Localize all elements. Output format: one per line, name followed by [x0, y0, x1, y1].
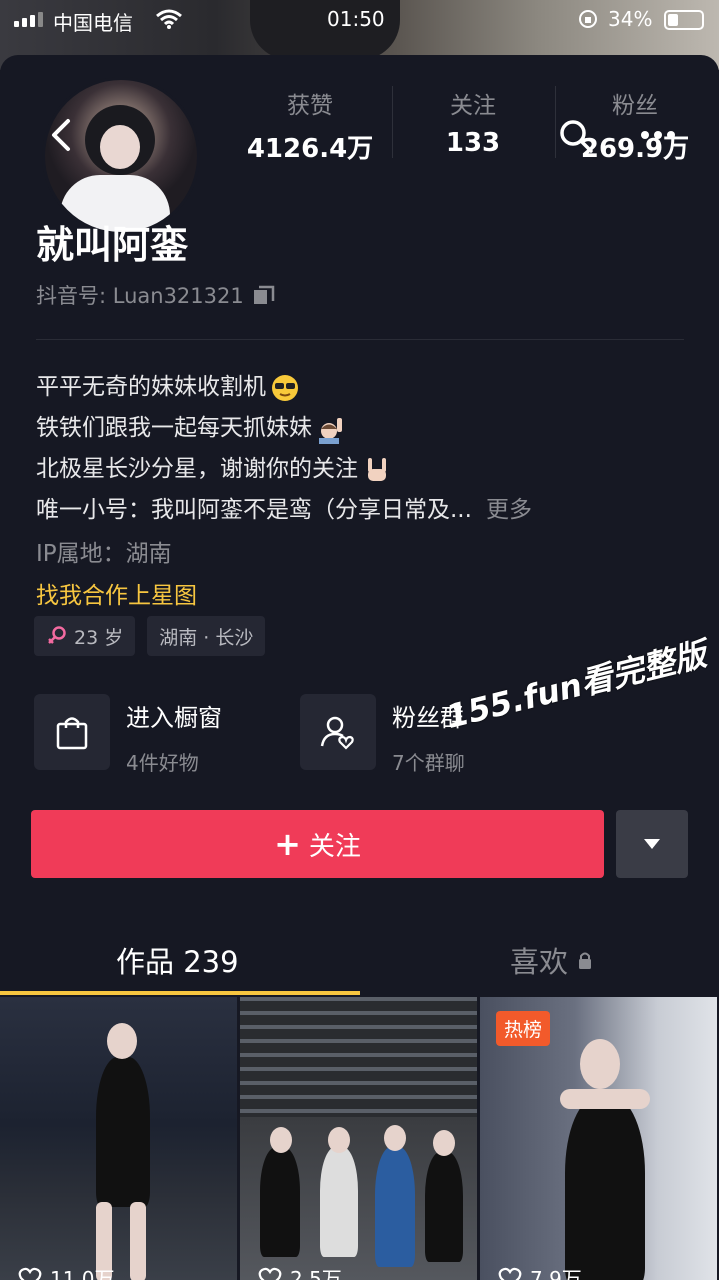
like-count-text: 2.5万: [290, 1267, 342, 1280]
active-tab-indicator: [0, 991, 360, 995]
copy-icon[interactable]: [252, 284, 276, 306]
video-thumbnail[interactable]: 11.0万: [0, 997, 237, 1280]
status-bar: 中国电信 01:50 34%: [0, 0, 719, 40]
douyin-id-row[interactable]: 抖音号: Luan321321: [36, 280, 276, 310]
bio-line: 平平无奇的妹妹收割机: [36, 367, 532, 408]
bio-text: 唯一小号：我叫阿銮不是鸾（分享日常及...: [36, 497, 472, 523]
video-grid: 11.0万 2.5万 热榜 7.9万: [0, 997, 719, 1280]
bio-line: 北极星长沙分星，谢谢你的关注: [36, 449, 532, 490]
battery-icon: [664, 10, 704, 30]
signal-icon: [14, 12, 43, 27]
video-thumbnail[interactable]: 热榜 7.9万: [480, 997, 717, 1280]
fan-group-icon: [300, 694, 376, 770]
rock-hand-emoji-icon: [368, 457, 386, 481]
stat-divider: [555, 86, 556, 158]
rotation-lock-icon: [579, 10, 597, 28]
bio-text: 铁铁们跟我一起每天抓妹妹: [36, 415, 312, 441]
profile-tags: 23 岁 湖南 · 长沙: [34, 616, 266, 656]
divider: [36, 339, 684, 340]
douyin-id: 抖音号: Luan321321: [36, 284, 244, 308]
stat-following[interactable]: 关注 133: [403, 86, 543, 158]
profile-name: 就叫阿銮: [36, 223, 189, 267]
fan-group-entry[interactable]: 粉丝群 7个群聊: [300, 694, 465, 776]
heart-icon: [498, 1267, 522, 1280]
age-tag: 23 岁: [34, 616, 136, 656]
lock-icon: [579, 952, 592, 969]
profile-panel: 获赞 4126.4万 关注 133 粉丝 269.9万 就叫阿銮 抖音号: Lu…: [0, 55, 719, 1280]
stat-label: 粉丝: [612, 93, 658, 119]
stat-label: 获赞: [287, 93, 333, 119]
recommend-dropdown-button[interactable]: [616, 810, 688, 878]
wifi-icon: [156, 9, 182, 29]
female-icon: [48, 626, 66, 644]
raising-hand-emoji-icon: [319, 417, 342, 444]
video-thumbnail[interactable]: 2.5万: [240, 997, 477, 1280]
stat-label: 关注: [450, 93, 496, 119]
content-tabs: 作品 239 喜欢: [0, 925, 719, 997]
bio-text: 平平无奇的妹妹收割机: [36, 374, 266, 400]
carrier-label: 中国电信: [53, 11, 133, 35]
sunglasses-emoji-icon: [272, 374, 298, 401]
entry-subtitle: 4件好物: [126, 751, 199, 775]
shop-window-entry[interactable]: 进入橱窗 4件好物: [34, 694, 222, 776]
shopping-bag-icon: [34, 694, 110, 770]
bio-more-link[interactable]: 更多: [486, 490, 532, 531]
age-text: 23 岁: [74, 626, 124, 649]
plus-icon: +: [274, 825, 301, 863]
location-text: 湖南 · 长沙: [159, 626, 254, 649]
caret-down-icon: [644, 839, 660, 849]
stat-followers[interactable]: 粉丝 269.9万: [565, 86, 705, 165]
stat-likes[interactable]: 获赞 4126.4万: [240, 86, 380, 165]
follow-label: 关注: [308, 831, 361, 862]
tab-likes[interactable]: 喜欢: [510, 939, 594, 981]
location-tag: 湖南 · 长沙: [147, 616, 266, 656]
heart-icon: [258, 1267, 282, 1280]
battery-percent: 34%: [608, 7, 653, 31]
stat-value: 4126.4万: [246, 134, 374, 164]
stat-divider: [392, 86, 393, 158]
stats-row: 获赞 4126.4万 关注 133 粉丝 269.9万: [0, 86, 719, 166]
like-count-text: 7.9万: [530, 1267, 582, 1280]
like-count-text: 11.0万: [50, 1267, 115, 1280]
stat-value: 269.9万: [580, 134, 690, 164]
entry-subtitle: 7个群聊: [392, 751, 465, 775]
hot-badge: 热榜: [496, 1011, 551, 1046]
clock: 01:50: [327, 7, 385, 31]
tab-likes-label: 喜欢: [510, 945, 569, 979]
bio-text: 北极星长沙分星，谢谢你的关注: [36, 456, 358, 482]
heart-icon: [18, 1267, 42, 1280]
starmap-link[interactable]: 找我合作上星图: [36, 576, 197, 610]
bio-line: 唯一小号：我叫阿銮不是鸾（分享日常及... 更多: [36, 490, 532, 531]
like-count: 2.5万: [258, 1263, 342, 1280]
like-count: 7.9万: [498, 1263, 582, 1280]
entry-title: 粉丝群: [392, 704, 464, 732]
watermark-text: 155.fun看完整版: [442, 634, 711, 737]
stat-value: 133: [445, 128, 501, 158]
ip-location: IP属地：湖南: [36, 541, 172, 567]
like-count: 11.0万: [18, 1263, 115, 1280]
tab-works[interactable]: 作品 239: [116, 939, 239, 981]
entry-title: 进入橱窗: [126, 704, 222, 732]
bio-line: 铁铁们跟我一起每天抓妹妹: [36, 408, 532, 449]
bio[interactable]: 平平无奇的妹妹收割机 铁铁们跟我一起每天抓妹妹 北极星长沙分星，谢谢你的关注 唯…: [36, 367, 532, 531]
follow-button[interactable]: + 关注: [31, 810, 604, 878]
